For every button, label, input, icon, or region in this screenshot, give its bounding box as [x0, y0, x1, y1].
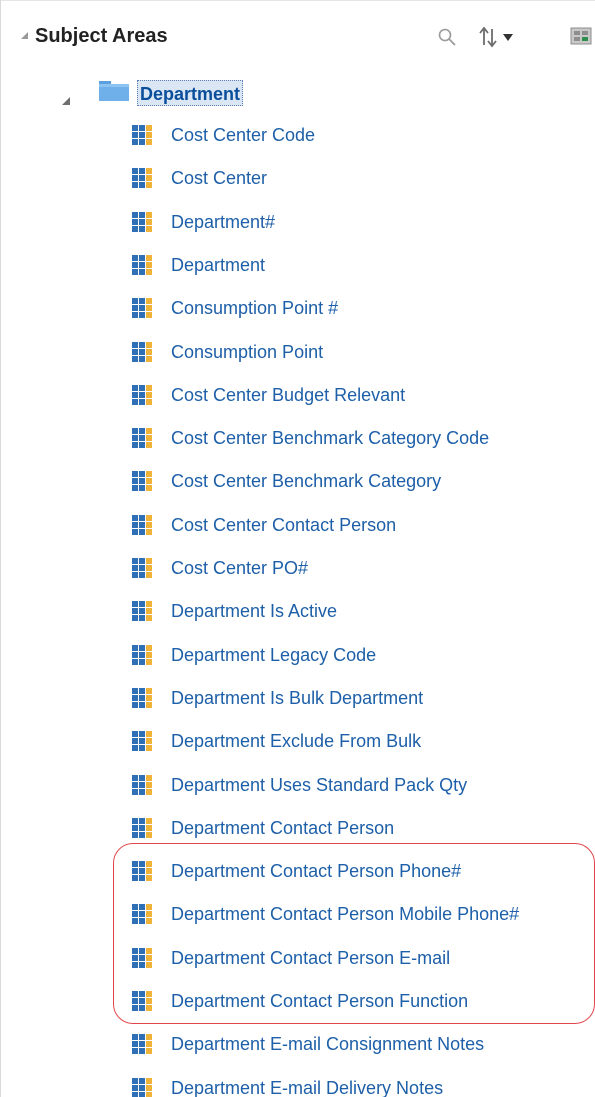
tree-item[interactable]: Cost Center PO# — [131, 555, 591, 581]
column-icon — [132, 1034, 152, 1054]
tree-item-label: Cost Center Benchmark Category — [171, 471, 442, 491]
column-icon — [132, 1078, 152, 1097]
tree-item[interactable]: Department Is Active — [131, 598, 591, 624]
tree-item-label: Consumption Point — [171, 342, 324, 362]
tree-item-label: Consumption Point # — [171, 298, 339, 318]
tree-item[interactable]: Consumption Point — [131, 339, 591, 365]
tree-item-label: Cost Center Contact Person — [171, 515, 397, 535]
highlight-annotation — [113, 843, 595, 1024]
column-icon — [132, 775, 152, 795]
column-icon — [132, 428, 152, 448]
tree-item[interactable]: Cost Center Benchmark Category — [131, 468, 591, 494]
column-icon — [132, 645, 152, 665]
column-icon — [132, 212, 152, 232]
tree-item-label: Department Contact Person — [171, 818, 395, 838]
column-icon — [132, 818, 152, 838]
panel-header: Subject Areas — [1, 0, 595, 72]
column-icon — [132, 168, 152, 188]
tree-item[interactable]: Department Contact Person — [131, 815, 591, 841]
tree-item-label: Cost Center PO# — [171, 558, 309, 578]
tree-item-label: Department Uses Standard Pack Qty — [171, 775, 468, 795]
column-icon — [132, 125, 152, 145]
column-icon — [132, 298, 152, 318]
tree-item[interactable]: Department# — [131, 209, 591, 235]
tree-root-department[interactable]: Department — [137, 80, 244, 106]
tree-item[interactable]: Consumption Point # — [131, 295, 591, 321]
tree-item-label: Department — [171, 255, 266, 275]
tree-item[interactable]: Department Uses Standard Pack Qty — [131, 772, 591, 798]
tree-item-label: Department E-mail Consignment Notes — [171, 1034, 485, 1054]
tree-item-label: Department E-mail Delivery Notes — [171, 1078, 444, 1097]
tree-item[interactable]: Department Exclude From Bulk — [131, 728, 591, 754]
column-icon — [132, 515, 152, 535]
tree-item[interactable]: Department E-mail Delivery Notes — [131, 1075, 591, 1097]
column-icon — [132, 731, 152, 751]
column-icon — [132, 601, 152, 621]
expand-triangle-icon[interactable] — [62, 97, 70, 105]
column-icon — [132, 385, 152, 405]
tree-item[interactable]: Cost Center — [131, 165, 591, 191]
collapse-triangle-icon[interactable] — [21, 32, 28, 39]
tree-item-label: Cost Center Benchmark Category Code — [171, 428, 490, 448]
tree-item[interactable]: Department Legacy Code — [131, 642, 591, 668]
tree-item[interactable]: Cost Center Budget Relevant — [131, 382, 591, 408]
column-icon — [132, 688, 152, 708]
sort-icon[interactable] — [479, 25, 527, 49]
tree-item-label: Cost Center Budget Relevant — [171, 385, 406, 405]
tree-item-label: Department Is Active — [171, 601, 338, 621]
tree-item[interactable]: Cost Center Benchmark Category Code — [131, 425, 591, 451]
sort-menu-chevron-icon — [503, 34, 513, 41]
search-icon[interactable] — [437, 27, 457, 47]
folder-icon — [99, 81, 129, 101]
tree-item-label: Cost Center Code — [171, 125, 316, 145]
panel-title: Subject Areas — [35, 25, 168, 47]
column-icon — [132, 255, 152, 275]
tree-item[interactable]: Department — [131, 252, 591, 278]
tree-item[interactable]: Cost Center Code — [131, 122, 591, 148]
tree-item-label: Cost Center — [171, 168, 268, 188]
tree-item-label: Department Legacy Code — [171, 645, 377, 665]
column-icon — [132, 471, 152, 491]
tree-item[interactable]: Department Is Bulk Department — [131, 685, 591, 711]
column-icon — [132, 558, 152, 578]
tree-item-label: Department Is Bulk Department — [171, 688, 424, 708]
tree-item-label: Department# — [171, 212, 276, 232]
tree-item[interactable]: Department E-mail Consignment Notes — [131, 1031, 591, 1057]
column-icon — [132, 342, 152, 362]
tree-item[interactable]: Cost Center Contact Person — [131, 512, 591, 538]
toolbar-options-icon[interactable] — [569, 26, 595, 48]
subject-areas-panel: Subject Areas Department Cost Center Cod… — [0, 0, 595, 1097]
tree-item-label: Department Exclude From Bulk — [171, 731, 422, 751]
